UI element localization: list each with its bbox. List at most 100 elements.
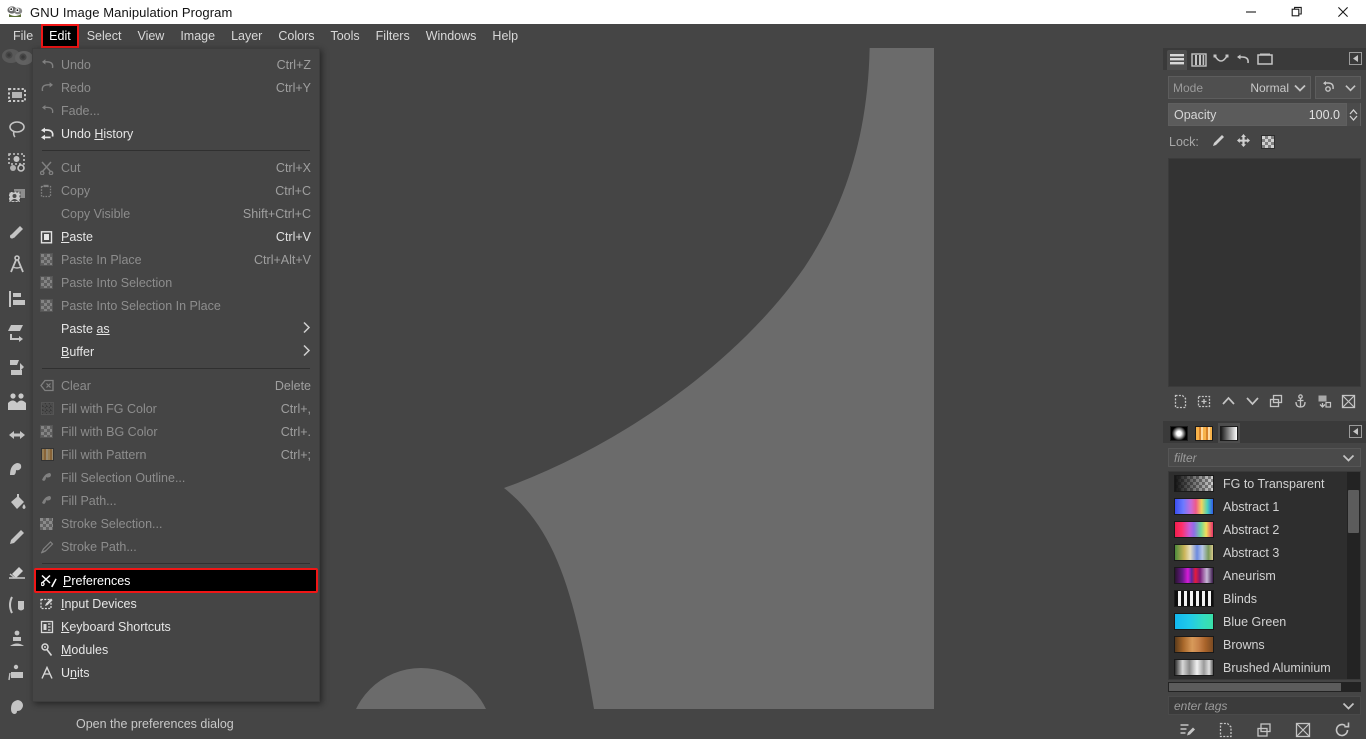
scrollbar-thumb-horizontal[interactable] [1169, 683, 1341, 691]
gradient-tags-input[interactable]: enter tags [1168, 696, 1361, 715]
layers-tab[interactable] [1167, 50, 1187, 70]
list-item[interactable]: Browns [1169, 633, 1360, 656]
gradient-list-scrollbar[interactable] [1347, 472, 1360, 679]
menubar-item-filters[interactable]: Filters [368, 24, 418, 48]
layer-mode-options-button[interactable] [1315, 76, 1361, 99]
menu-item-stroke-selection[interactable]: Stroke Selection... [33, 512, 319, 535]
lock-pixels-button[interactable] [1211, 133, 1226, 151]
menu-item-fill-path[interactable]: Fill Path... [33, 489, 319, 512]
flip-icon[interactable] [0, 418, 34, 452]
anchor-layer-button[interactable] [1292, 393, 1309, 410]
images-tab[interactable] [1255, 50, 1275, 70]
shear-icon[interactable] [0, 316, 34, 350]
scrollbar-thumb[interactable] [1348, 490, 1359, 533]
menu-item-paste[interactable]: Paste Ctrl+V [33, 225, 319, 248]
compass-icon[interactable] [0, 248, 34, 282]
raise-layer-button[interactable] [1220, 393, 1237, 410]
menu-item-input-devices[interactable]: Input Devices [33, 592, 319, 615]
list-item[interactable]: Blinds [1169, 587, 1360, 610]
menu-item-copy-visible[interactable]: Copy Visible Shift+Ctrl+C [33, 202, 319, 225]
menu-item-paste-into-selection-in-place[interactable]: Paste Into Selection In Place [33, 294, 319, 317]
layer-list[interactable] [1168, 158, 1361, 387]
menu-item-paste-into-selection[interactable]: Paste Into Selection [33, 271, 319, 294]
layers-dock-menu-icon[interactable] [1348, 51, 1362, 65]
list-item[interactable]: Abstract 2 [1169, 518, 1360, 541]
menu-item-keyboard-shortcuts[interactable]: Keyboard Shortcuts [33, 615, 319, 638]
perspective-icon[interactable] [0, 350, 34, 384]
menu-item-stroke-path[interactable]: Stroke Path... [33, 535, 319, 558]
crop-icon[interactable] [0, 180, 34, 214]
new-layer-button[interactable] [1172, 393, 1189, 410]
menu-item-units[interactable]: Units [33, 661, 319, 684]
gradients-tab[interactable] [1218, 423, 1240, 443]
gradient-filter-input[interactable]: filter [1168, 448, 1361, 467]
menu-item-clear[interactable]: Clear Delete [33, 374, 319, 397]
menu-item-modules[interactable]: Modules [33, 638, 319, 661]
chevron-down-icon[interactable] [1342, 451, 1355, 465]
close-button[interactable] [1320, 0, 1366, 24]
warp-icon[interactable] [0, 214, 34, 248]
list-item[interactable]: Brushed Aluminium [1169, 656, 1360, 679]
clone-icon[interactable] [0, 588, 34, 622]
fuzzy-select-icon[interactable] [0, 146, 34, 180]
layer-mode-combo[interactable]: Mode Normal [1168, 76, 1311, 99]
opacity-stepper[interactable] [1346, 103, 1360, 126]
menu-item-buffer[interactable]: Buffer [33, 340, 319, 363]
new-gradient-button[interactable] [1217, 721, 1235, 739]
menu-item-paste-as[interactable]: Paste as [33, 317, 319, 340]
restore-button[interactable] [1274, 0, 1320, 24]
blur-icon[interactable] [0, 690, 34, 724]
menubar-item-view[interactable]: View [129, 24, 172, 48]
list-item[interactable]: FG to Transparent [1169, 472, 1360, 495]
delete-gradient-button[interactable] [1294, 721, 1312, 739]
text-icon[interactable] [0, 622, 34, 656]
undo-history-tab[interactable] [1233, 50, 1253, 70]
menu-item-fill-with-bg-color[interactable]: Fill with BG Color Ctrl+. [33, 420, 319, 443]
menubar-item-windows[interactable]: Windows [418, 24, 485, 48]
gradient-list[interactable]: FG to Transparent Abstract 1 Abstract 2 … [1168, 471, 1361, 680]
list-item[interactable]: Abstract 3 [1169, 541, 1360, 564]
menubar-item-colors[interactable]: Colors [270, 24, 322, 48]
rect-select-icon[interactable] [0, 78, 34, 112]
menu-item-fill-with-fg-color[interactable]: Fill with FG Color Ctrl+, [33, 397, 319, 420]
smudge-icon[interactable] [0, 452, 34, 486]
menu-item-copy[interactable]: Copy Ctrl+C [33, 179, 319, 202]
refresh-gradients-button[interactable] [1333, 721, 1351, 739]
lasso-icon[interactable] [0, 112, 34, 146]
menubar-item-select[interactable]: Select [79, 24, 130, 48]
gradients-dock-menu-icon[interactable] [1348, 424, 1362, 438]
menu-item-redo[interactable]: Redo Ctrl+Y [33, 76, 319, 99]
gradient-icon[interactable] [0, 384, 34, 418]
gradient-list-hscrollbar[interactable] [1168, 682, 1361, 692]
eraser-icon[interactable] [0, 554, 34, 588]
menu-item-fill-with-pattern[interactable]: Fill with Pattern Ctrl+; [33, 443, 319, 466]
menubar-item-help[interactable]: Help [484, 24, 526, 48]
pencil-icon[interactable] [0, 520, 34, 554]
lock-position-button[interactable] [1236, 133, 1251, 151]
menu-item-paste-in-place[interactable]: Paste In Place Ctrl+Alt+V [33, 248, 319, 271]
duplicate-layer-button[interactable] [1268, 393, 1285, 410]
path-icon[interactable] [0, 656, 34, 690]
delete-layer-button[interactable] [1340, 393, 1357, 410]
channels-tab[interactable] [1189, 50, 1209, 70]
menubar-item-image[interactable]: Image [172, 24, 223, 48]
menubar-item-edit[interactable]: Edit [41, 24, 79, 48]
duplicate-gradient-button[interactable] [1255, 721, 1273, 739]
brushes-tab[interactable] [1168, 423, 1190, 443]
menu-item-fade[interactable]: Fade... [33, 99, 319, 122]
lower-layer-button[interactable] [1244, 393, 1261, 410]
menubar-item-layer[interactable]: Layer [223, 24, 270, 48]
menu-item-undo[interactable]: Undo Ctrl+Z [33, 53, 319, 76]
edit-gradient-button[interactable] [1178, 721, 1196, 739]
list-item[interactable]: Aneurism [1169, 564, 1360, 587]
menu-item-cut[interactable]: Cut Ctrl+X [33, 156, 319, 179]
paths-tab[interactable] [1211, 50, 1231, 70]
new-layer-group-button[interactable] [1196, 393, 1213, 410]
patterns-tab[interactable] [1193, 423, 1215, 443]
menu-item-preferences[interactable]: Preferences [34, 568, 318, 593]
align-icon[interactable] [0, 282, 34, 316]
menu-item-fill-selection-outline[interactable]: Fill Selection Outline... [33, 466, 319, 489]
menubar-item-file[interactable]: File [5, 24, 41, 48]
menu-item-undo-history[interactable]: Undo History [33, 122, 319, 145]
menubar-item-tools[interactable]: Tools [322, 24, 367, 48]
